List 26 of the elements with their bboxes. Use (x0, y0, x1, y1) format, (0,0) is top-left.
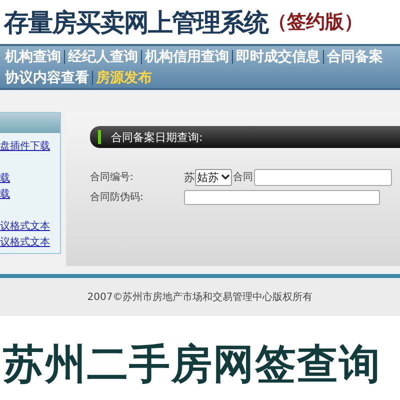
sidebar-link[interactable]: 议格式文本 (0, 219, 60, 235)
sidebar-link[interactable]: 载 (0, 171, 60, 187)
field-label: 合同编号: (90, 170, 134, 184)
site-title: 存量房买卖网上管理系统 (4, 6, 268, 38)
section-title-bar: 合同备案日期查询: (90, 126, 400, 148)
sidebar-link[interactable]: 盘插件下载 (0, 139, 60, 155)
nav-link[interactable]: 即时成交信息 (233, 48, 323, 66)
field-label: 合同 (233, 171, 253, 184)
sidebar-header (0, 113, 60, 133)
contract-number-field[interactable] (254, 168, 392, 186)
district-select[interactable]: 姑苏 (195, 168, 232, 186)
edition-label: （签约版） (268, 11, 363, 33)
nav-link[interactable]: 机构查询 (2, 48, 64, 66)
security-code-field[interactable] (184, 190, 380, 204)
copyright-text: 2007©苏州市房地产市场和交易管理中心版权所有 (87, 290, 313, 304)
chevron-down-icon (221, 174, 230, 180)
caption-heading: 苏州二手房网签查询 (2, 339, 381, 390)
nav-link[interactable]: 房源发布 (93, 68, 155, 86)
prefix-label: 苏 (184, 170, 195, 184)
nav-link[interactable]: 机构信用查询 (142, 48, 232, 66)
nav-link[interactable]: 协议内容查看 (2, 68, 92, 86)
sidebar-link[interactable]: 载 (0, 187, 60, 203)
nav-link[interactable]: 经纪人查询 (65, 48, 141, 66)
nav-link[interactable]: 合同备案 (324, 48, 386, 66)
sidebar-link[interactable]: 议格式文本 (0, 235, 60, 251)
field-label: 合同防伪码: (90, 190, 144, 204)
